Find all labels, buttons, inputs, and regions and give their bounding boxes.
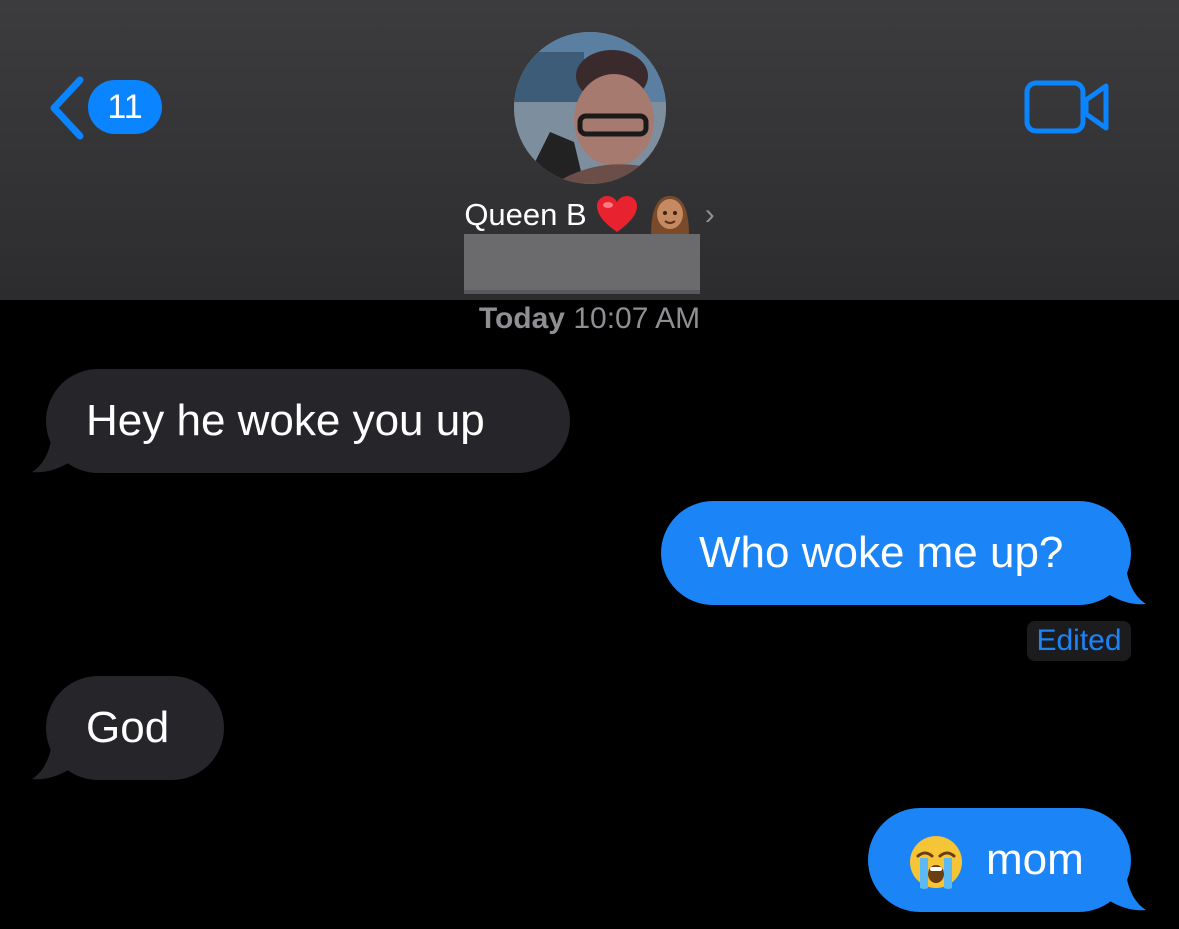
message-text: Hey he woke you up [86, 396, 485, 445]
crying-face-emoji-icon [910, 836, 962, 890]
contact-name: Queen B [464, 197, 587, 232]
timestamp-time: 10:07 AM [573, 302, 701, 335]
chevron-right-icon: › [704, 198, 715, 231]
person-emoji-icon [650, 196, 689, 236]
edited-label[interactable]: Edited [1027, 621, 1131, 661]
contact-name-row[interactable]: Queen B › [0, 192, 1179, 238]
message-bubble-outgoing[interactable]: Who woke me up? [661, 501, 1131, 605]
timestamp-day: Today [478, 302, 565, 335]
back-button[interactable]: 11 [46, 76, 166, 140]
message-timestamp: Today 10:07 AM [0, 302, 1179, 336]
message-text: God [86, 703, 170, 752]
message-bubble-outgoing[interactable]: mom [868, 808, 1131, 912]
heart-emoji-icon [596, 196, 637, 232]
avatar[interactable] [514, 32, 666, 184]
facetime-video-button[interactable] [1024, 78, 1110, 136]
redacted-contact-detail [464, 234, 700, 294]
chevron-left-icon [50, 76, 84, 140]
avatar-photo [514, 32, 666, 184]
message-bubble-incoming[interactable]: God [46, 676, 224, 780]
message-text: mom [986, 835, 1084, 884]
conversation-header: 11 Queen B › [0, 0, 1179, 300]
unread-count-badge: 11 [88, 80, 162, 134]
message-bubble-incoming[interactable]: Hey he woke you up [46, 369, 570, 473]
message-text: Who woke me up? [699, 528, 1064, 577]
video-camera-icon [1024, 80, 1109, 134]
